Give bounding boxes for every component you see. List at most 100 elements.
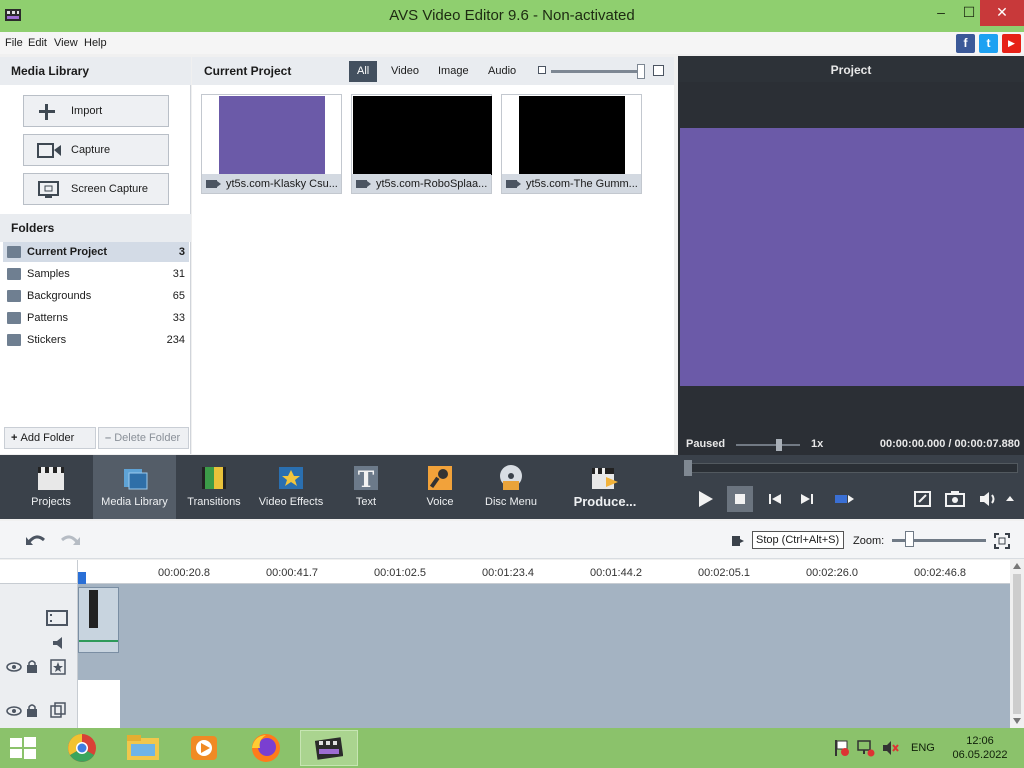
eye-icon[interactable] <box>6 661 22 673</box>
folder-patterns[interactable]: Patterns 33 <box>3 308 189 328</box>
media-item[interactable]: yt5s.com-Klasky Csu... <box>201 94 342 194</box>
clip-waveform <box>79 640 118 642</box>
menu-edit[interactable]: Edit <box>28 37 47 49</box>
twitter-icon[interactable]: t <box>979 34 998 53</box>
folder-count: 3 <box>178 246 185 258</box>
folder-samples[interactable]: Samples 31 <box>3 264 189 284</box>
transitions-button[interactable]: Transitions <box>184 455 244 519</box>
folder-stickers[interactable]: Stickers 234 <box>3 330 189 350</box>
next-frame-icon[interactable] <box>794 486 820 512</box>
minus-icon: – <box>105 432 115 444</box>
menu-file[interactable]: File <box>5 37 23 49</box>
star-icon <box>279 467 303 489</box>
playhead-marker[interactable] <box>78 572 86 584</box>
text-label: Text <box>355 496 377 508</box>
lock-icon[interactable] <box>26 659 38 673</box>
media-item[interactable]: yt5s.com-The Gumm... <box>501 94 642 194</box>
volume-icon[interactable] <box>975 486 1001 512</box>
seek-handle[interactable] <box>684 460 692 476</box>
folder-icon <box>7 334 21 346</box>
stop-icon[interactable] <box>727 486 753 512</box>
network-icon[interactable] <box>857 739 875 757</box>
seek-bar[interactable] <box>684 463 1018 473</box>
lock-icon[interactable] <box>26 703 38 717</box>
timeline-zoom-handle[interactable] <box>905 531 914 547</box>
delete-folder-button[interactable]: – Delete Folder <box>98 427 189 449</box>
avs-video-editor-taskbar-item[interactable] <box>300 730 358 766</box>
menu-help[interactable]: Help <box>84 37 107 49</box>
voice-button[interactable]: Voice <box>414 455 466 519</box>
folder-count: 234 <box>166 334 185 346</box>
video-effects-button[interactable]: Video Effects <box>256 455 326 519</box>
media-name: yt5s.com-The Gumm... <box>526 178 638 190</box>
folder-name: Backgrounds <box>27 290 92 302</box>
folder-backgrounds[interactable]: Backgrounds 65 <box>3 286 189 306</box>
storyboard-toggle-icon[interactable] <box>731 534 745 548</box>
ruler-tick: 00:01:02.5 <box>374 567 426 579</box>
video-clip[interactable] <box>78 587 119 653</box>
current-time: 00:00:00.000 <box>879 438 946 450</box>
flag-icon[interactable] <box>833 739 849 757</box>
speaker-muted-icon[interactable] <box>881 739 899 757</box>
minimize-button[interactable]: – <box>926 0 956 26</box>
ruler-corner <box>0 560 78 584</box>
menu-view[interactable]: View <box>54 37 78 49</box>
previous-frame-icon[interactable] <box>762 486 788 512</box>
camera-icon <box>37 143 61 158</box>
timeline-scrollbar[interactable] <box>1010 560 1024 728</box>
timeline-ruler[interactable]: 00:00:20.8 00:00:41.7 00:01:02.5 00:01:2… <box>78 560 1010 584</box>
volume-dropdown-icon[interactable] <box>1003 486 1017 512</box>
file-explorer-icon[interactable] <box>115 730 171 766</box>
firefox-icon[interactable] <box>238 730 294 766</box>
media-item[interactable]: yt5s.com-RoboSplaa... <box>351 94 492 194</box>
timeline-tracks[interactable] <box>78 584 1010 728</box>
redo-icon[interactable] <box>58 530 82 550</box>
filter-all[interactable]: All <box>349 61 378 82</box>
thumb-size-slider[interactable] <box>551 70 643 73</box>
close-button[interactable]: ✕ <box>980 0 1024 26</box>
add-folder-button[interactable]: + Add Folder <box>4 427 96 449</box>
text-button[interactable]: T Text <box>340 455 392 519</box>
eye-icon[interactable] <box>6 705 22 717</box>
youtube-icon[interactable]: ▶ <box>1002 34 1021 53</box>
undo-icon[interactable] <box>24 530 48 550</box>
chrome-icon[interactable] <box>54 730 110 766</box>
scroll-thumb[interactable] <box>1013 574 1021 714</box>
preview-video[interactable] <box>680 128 1024 386</box>
detach-preview-icon[interactable] <box>910 486 936 512</box>
facebook-icon[interactable]: f <box>956 34 975 53</box>
windows-start-icon[interactable] <box>9 736 37 760</box>
snapshot-icon[interactable] <box>942 486 968 512</box>
scroll-down-icon[interactable] <box>1013 718 1021 724</box>
avs-app-icon <box>315 737 343 760</box>
screen-capture-label: Screen Capture <box>71 183 149 195</box>
disc-menu-button[interactable]: Disc Menu <box>481 455 541 519</box>
thumb-size-large-icon[interactable] <box>653 65 664 76</box>
filter-audio[interactable]: Audio <box>480 61 524 82</box>
folder-icon <box>7 268 21 280</box>
thumb-size-slider-handle[interactable] <box>637 64 645 79</box>
capture-button[interactable]: Capture <box>23 134 169 166</box>
media-library-button[interactable]: Media Library <box>93 455 176 519</box>
import-button[interactable]: Import <box>23 95 169 127</box>
fit-timeline-icon[interactable] <box>994 533 1010 549</box>
speed-value: 1x <box>811 438 824 450</box>
audio-track-icon <box>53 637 62 649</box>
thumb-size-small-icon[interactable] <box>538 66 546 74</box>
speed-slider-handle[interactable] <box>776 439 782 451</box>
folder-current-project[interactable]: Current Project 3 <box>3 242 189 262</box>
filter-image[interactable]: Image <box>430 61 477 82</box>
projects-button[interactable]: Projects <box>18 455 84 519</box>
screen-capture-button[interactable]: Screen Capture <box>23 173 169 205</box>
clock[interactable]: 12:06 06.05.2022 <box>950 734 1010 762</box>
fullscreen-preview-icon[interactable] <box>831 486 857 512</box>
filter-video[interactable]: Video <box>383 61 427 82</box>
media-player-icon[interactable] <box>176 730 232 766</box>
play-icon[interactable] <box>692 486 718 512</box>
produce-button[interactable]: Produce... <box>568 455 642 519</box>
disc-menu-label: Disc Menu <box>485 496 537 508</box>
language-indicator[interactable]: ENG <box>911 742 935 754</box>
ruler-tick: 00:01:44.2 <box>590 567 642 579</box>
speed-slider[interactable] <box>736 444 800 446</box>
scroll-up-icon[interactable] <box>1013 563 1021 569</box>
